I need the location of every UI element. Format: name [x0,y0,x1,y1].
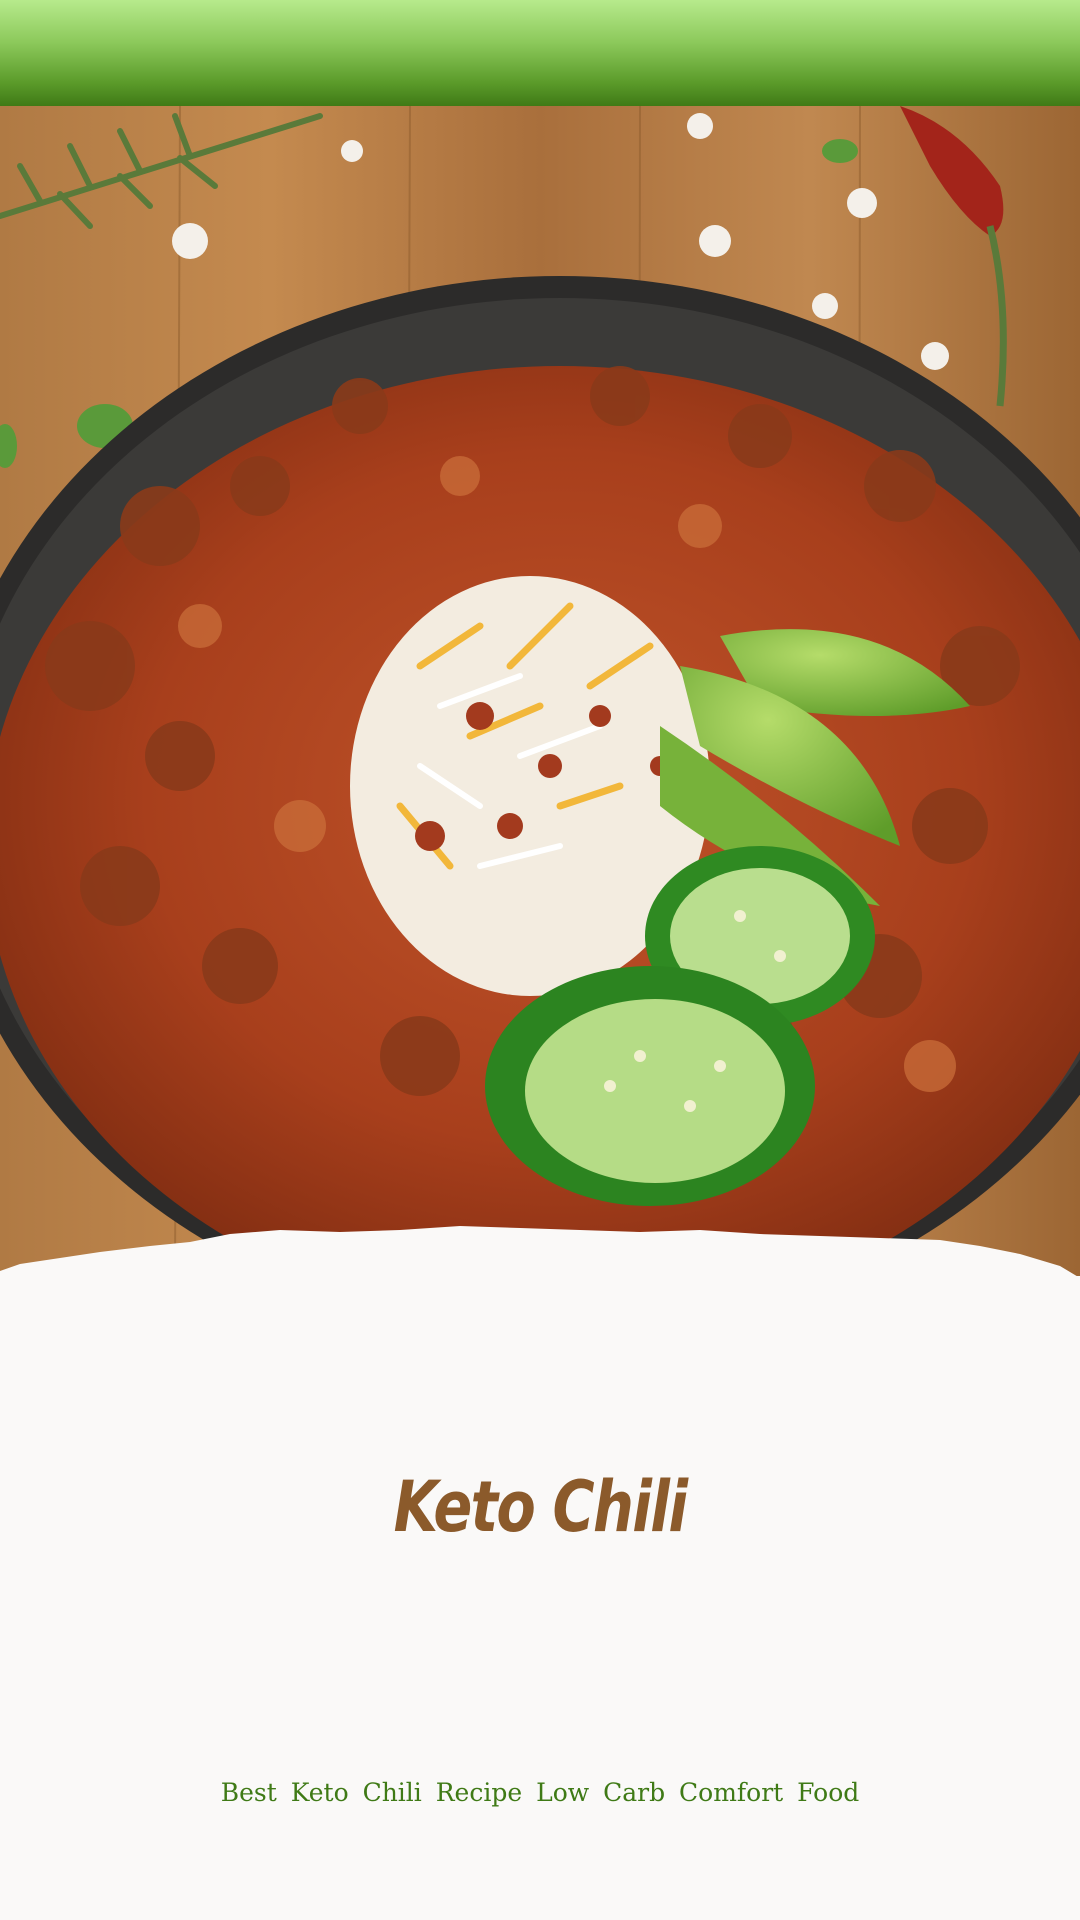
recipe-subtitle: Best Keto Chili Recipe Low Carb Comfort … [220,1778,860,1807]
recipe-text-panel: Keto Chili Best Keto Chili Recipe Low Ca… [0,1240,1080,1920]
recipe-pin-page: Keto Chili Best Keto Chili Recipe Low Ca… [0,0,1080,1920]
top-gradient-bar [0,0,1080,106]
chili-bowl-illustration [0,106,1080,1276]
hero-photo [0,106,1080,1276]
recipe-title: Keto Chili [393,1466,688,1548]
